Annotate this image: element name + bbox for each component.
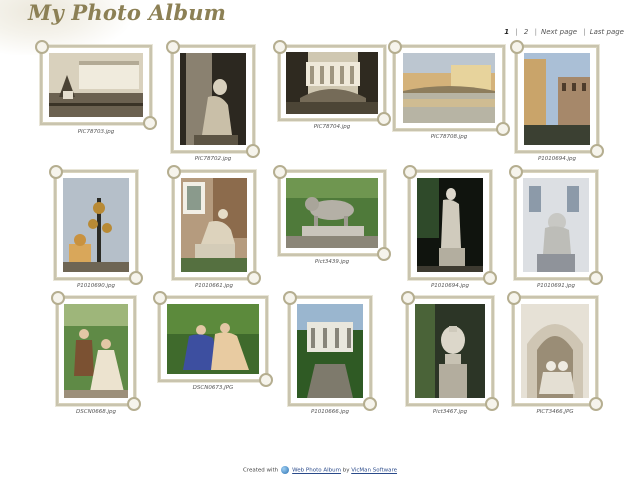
photo-caption[interactable]: PIC78702.jpg (171, 156, 255, 162)
photo-thumbnail[interactable]: PIC78702.jpg (166, 40, 260, 163)
photo-thumbnail[interactable]: Pict3467.jpg (401, 291, 499, 418)
photo-image (167, 304, 259, 374)
photo-image (523, 178, 589, 272)
photo-image (286, 178, 378, 248)
photo-image (524, 53, 590, 145)
photo-caption[interactable]: DSCN0668.jpg (56, 409, 136, 415)
next-page-link[interactable]: Next page (541, 28, 577, 36)
footer-prefix: Created with (242, 467, 279, 474)
photo-caption[interactable]: PIC78704.jpg (278, 124, 386, 130)
photo-caption[interactable]: Pict3439.jpg (278, 259, 386, 265)
photo-image (521, 304, 589, 398)
photo-image (403, 53, 495, 123)
photo-image (297, 304, 363, 398)
last-page-link[interactable]: Last page (590, 28, 624, 36)
photo-caption[interactable]: PICT3466.JPG (512, 409, 598, 415)
page-2-link[interactable]: 2 (524, 28, 528, 36)
photo-caption[interactable]: P1010691.jpg (514, 283, 598, 289)
photo-caption[interactable]: P1010694.jpg (408, 283, 492, 289)
photo-thumbnail[interactable]: PIC78704.jpg (273, 40, 391, 135)
photo-thumbnail[interactable]: P1010694.jpg (403, 165, 497, 292)
photo-caption[interactable]: Pict3467.jpg (406, 409, 494, 415)
photo-thumbnail[interactable]: P1010690.jpg (49, 165, 143, 292)
photo-caption[interactable]: P1010666.jpg (288, 409, 372, 415)
photo-image (49, 53, 143, 117)
footer-by: by (342, 467, 350, 474)
photo-thumbnail[interactable]: DSCN0668.jpg (51, 291, 141, 418)
photo-thumbnail[interactable]: PIC78703.jpg (35, 40, 157, 137)
photo-caption[interactable]: P1010661.jpg (172, 283, 256, 289)
photo-image (64, 304, 128, 398)
photo-thumbnail[interactable]: P1010666.jpg (283, 291, 377, 418)
photo-image (286, 52, 378, 114)
photo-thumbnail[interactable]: PICT3466.JPG (507, 291, 603, 418)
photo-caption[interactable]: DSCN0673.JPG (158, 385, 268, 391)
web-photo-album-link[interactable]: Web Photo Album (292, 468, 341, 474)
photo-caption[interactable]: PIC78708.jpg (393, 134, 505, 140)
photo-thumbnail[interactable]: DSCN0673.JPG (153, 291, 273, 392)
photo-image (417, 178, 483, 272)
photo-caption[interactable]: P1010690.jpg (54, 283, 138, 289)
pagination: 1 | 2 | Next page | Last page (504, 28, 624, 36)
photo-image (180, 53, 246, 145)
photo-thumbnail[interactable]: Pict3439.jpg (273, 165, 391, 268)
photo-image (181, 178, 247, 272)
photo-thumbnail[interactable]: PIC78708.jpg (388, 40, 510, 143)
photo-image (415, 304, 485, 398)
photo-image (63, 178, 129, 272)
vicman-software-link[interactable]: VicMan Software (351, 468, 397, 474)
photo-caption[interactable]: P1010694.jpg (515, 156, 599, 162)
footer: Created with Web Photo Album by VicMan So… (0, 466, 640, 474)
photo-thumbnail[interactable]: P1010661.jpg (167, 165, 261, 292)
globe-icon (281, 466, 290, 474)
photo-thumbnail[interactable]: P1010691.jpg (509, 165, 603, 292)
album-title: My Photo Album (28, 0, 227, 25)
page-1-current: 1 (504, 28, 510, 36)
photo-thumbnail[interactable]: P1010694.jpg (510, 40, 604, 163)
photo-caption[interactable]: PIC78703.jpg (40, 129, 152, 135)
